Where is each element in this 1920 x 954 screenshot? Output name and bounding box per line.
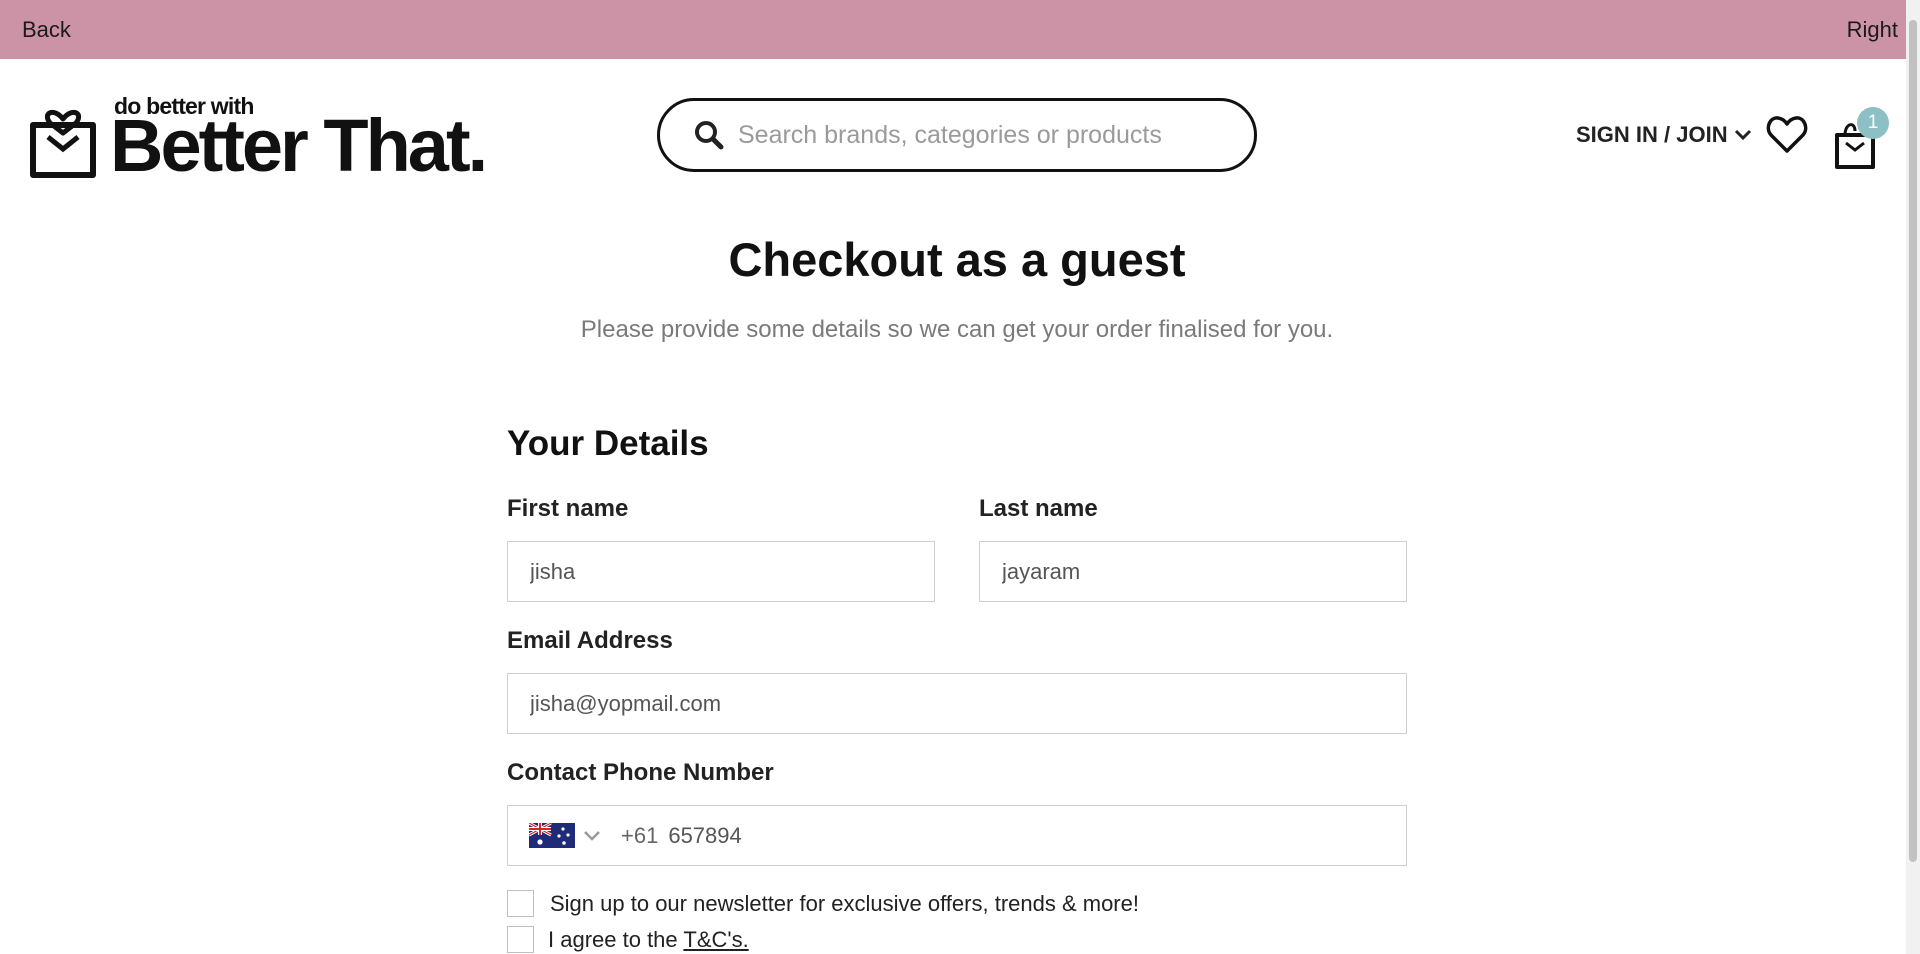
newsletter-option[interactable]: Sign up to our newsletter for exclusive … [507,890,1139,917]
search-input[interactable] [738,120,1238,150]
your-details-heading: Your Details [507,424,709,463]
terms-label-prefix: I agree to the [548,926,678,952]
first-name-label: First name [507,495,629,522]
phone-field[interactable]: +61 [507,805,1407,866]
chevron-down-icon [1734,129,1751,141]
phone-country-code: +61 [621,822,659,848]
cart-button[interactable]: 1 [1833,107,1891,169]
australia-flag-icon [529,823,575,848]
last-name-field[interactable] [979,541,1407,602]
email-field[interactable] [507,673,1407,734]
better-that-logo[interactable]: do better with Better That. [28,93,488,203]
page-title: Checkout as a guest [728,233,1186,286]
last-name-input[interactable] [1002,558,1406,585]
logo-wordmark: Better That. [110,104,488,187]
back-button[interactable]: Back [22,17,71,43]
cart-count-badge: 1 [1857,107,1889,139]
right-button[interactable]: Right [1847,17,1898,43]
terms-link[interactable]: T&C's. [683,927,748,952]
sign-in-join-menu[interactable]: SIGN IN / JOIN [1576,122,1752,148]
country-selector[interactable] [529,823,601,848]
top-navigation-bar: Back Right [0,0,1920,59]
heart-icon[interactable] [1766,115,1808,155]
terms-label: I agree to the T&C's. [548,927,749,953]
email-input[interactable] [530,690,1406,717]
site-header: do better with Better That. SIGN IN / JO… [0,59,1920,209]
search-bar[interactable] [657,98,1257,172]
terms-checkbox[interactable] [507,926,534,953]
terms-option[interactable]: I agree to the T&C's. [507,926,749,953]
newsletter-label: Sign up to our newsletter for exclusive … [550,890,1139,916]
email-label: Email Address [507,627,673,654]
page-subtitle: Please provide some details so we can ge… [580,316,1334,343]
page-scrollbar[interactable] [1906,0,1920,954]
logo-bag-icon [30,109,96,178]
phone-label: Contact Phone Number [507,759,774,786]
chevron-down-icon [584,830,600,841]
search-icon[interactable] [694,120,724,150]
newsletter-checkbox[interactable] [507,890,534,917]
first-name-field[interactable] [507,541,935,602]
first-name-input[interactable] [530,558,934,585]
sign-in-join-label: SIGN IN / JOIN [1576,122,1728,147]
scrollbar-thumb[interactable] [1909,20,1917,862]
phone-input[interactable] [668,822,1406,849]
last-name-label: Last name [979,495,1098,522]
